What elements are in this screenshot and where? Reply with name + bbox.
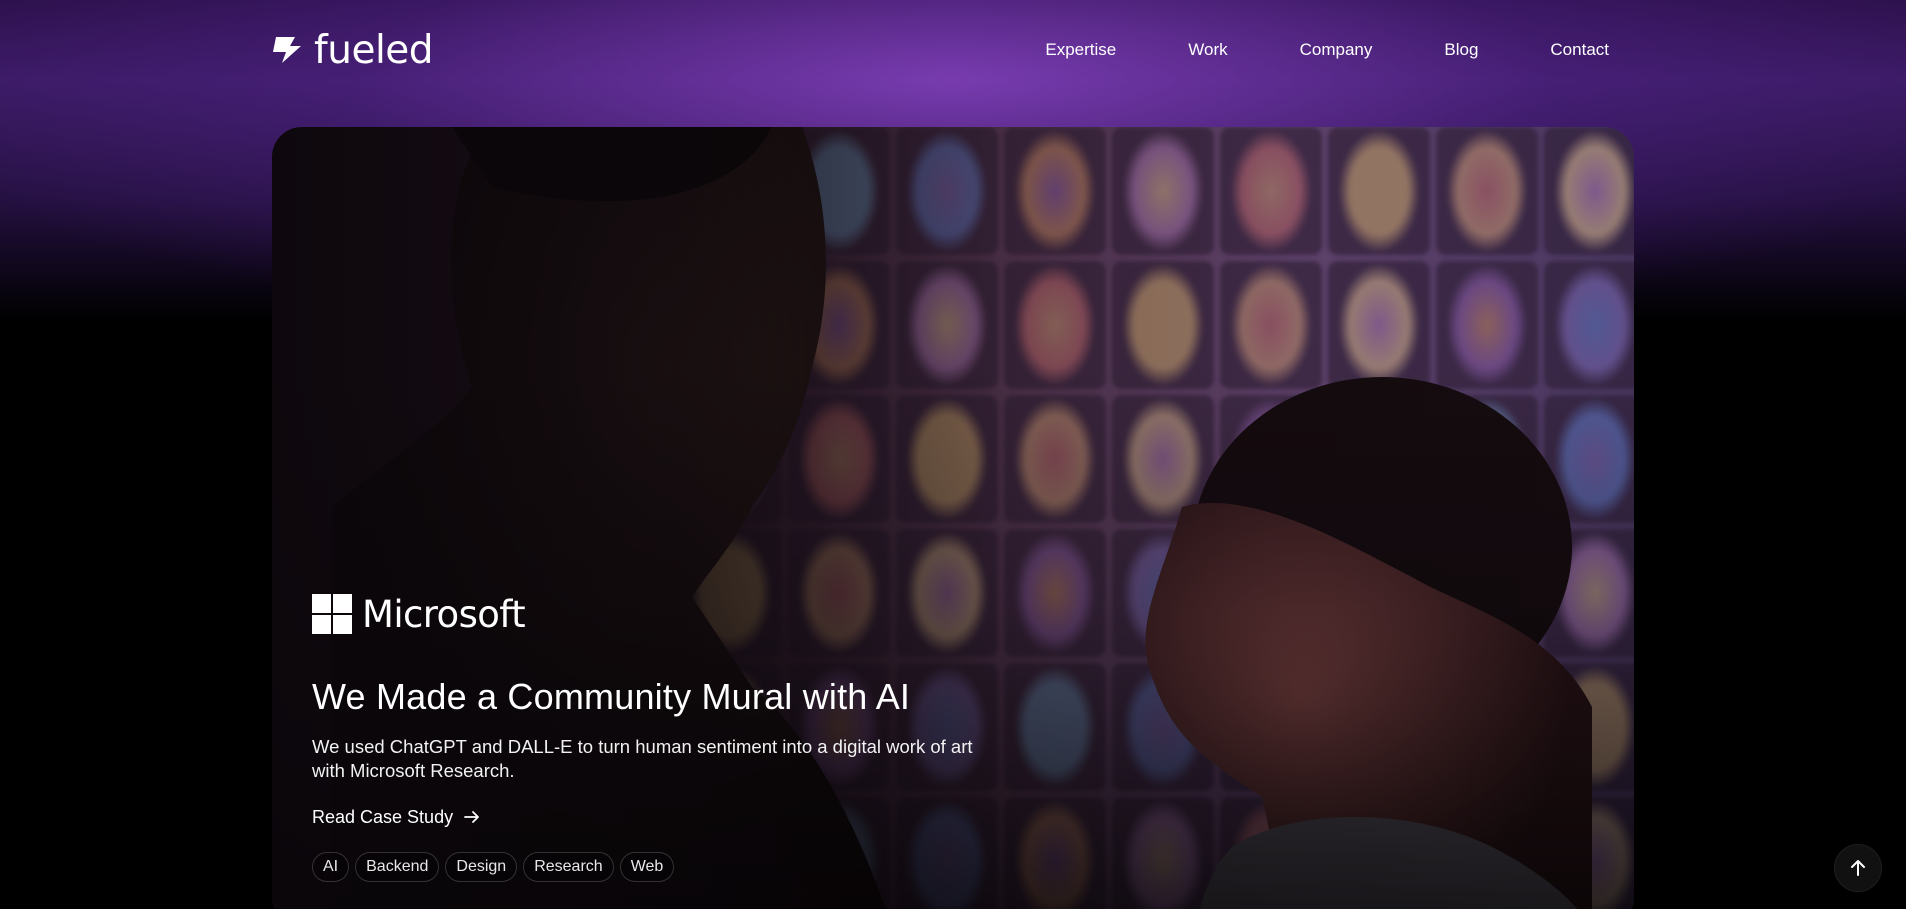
hero-content: Microsoft We Made a Community Mural with… (312, 593, 1012, 882)
page: fueled Expertise Work Company Blog Conta… (0, 0, 1906, 909)
tag-ai[interactable]: AI (312, 852, 350, 882)
nav-item-contact[interactable]: Contact (1550, 38, 1609, 62)
brand-name: fueled (314, 27, 434, 73)
tag-research[interactable]: Research (523, 852, 614, 882)
read-case-study-link[interactable]: Read Case Study (312, 805, 1012, 829)
scroll-to-top-button[interactable] (1834, 844, 1882, 892)
microsoft-windows-icon (312, 594, 352, 634)
client-logo: Microsoft (312, 593, 1012, 635)
nav-item-blog[interactable]: Blog (1444, 38, 1478, 62)
hero-case-study-card[interactable]: Microsoft We Made a Community Mural with… (272, 127, 1634, 909)
nav-item-expertise[interactable]: Expertise (1045, 38, 1116, 62)
tag-web[interactable]: Web (619, 852, 675, 882)
nav-item-company[interactable]: Company (1300, 38, 1373, 62)
read-case-study-label: Read Case Study (312, 807, 454, 827)
case-study-title: We Made a Community Mural with AI (312, 676, 911, 717)
main-nav: Expertise Work Company Blog Contact (1045, 38, 1609, 62)
tag-list: AI Backend Design Research Web (312, 852, 1012, 882)
arrow-right-icon (464, 811, 479, 823)
brand-logo[interactable]: fueled (272, 27, 434, 73)
site-header: fueled Expertise Work Company Blog Conta… (0, 0, 1906, 100)
bolt-icon (273, 37, 301, 63)
case-study-description: We used ChatGPT and DALL-E to turn human… (312, 736, 973, 781)
arrow-up-icon (1851, 860, 1865, 876)
tag-design[interactable]: Design (445, 852, 518, 882)
tag-backend[interactable]: Backend (355, 852, 440, 882)
nav-item-work[interactable]: Work (1188, 38, 1227, 62)
client-name: Microsoft (362, 592, 526, 636)
